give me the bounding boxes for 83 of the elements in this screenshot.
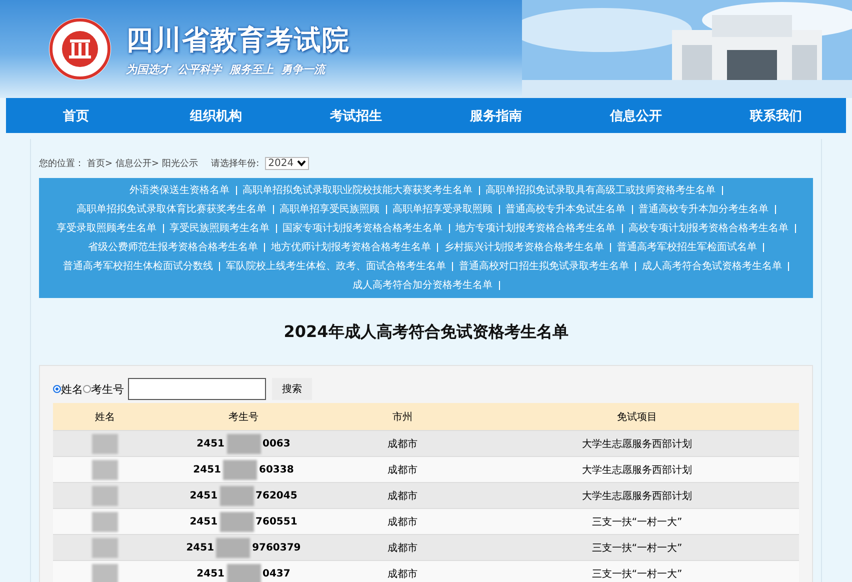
radio-option[interactable]: 姓名 — [53, 382, 83, 396]
breadcrumb-link[interactable]: 信息公开> — [116, 157, 160, 170]
column-header: 免试项目 — [475, 403, 799, 430]
nav-item[interactable]: 服务指南 — [426, 98, 566, 133]
column-header: 市州 — [330, 403, 475, 430]
notice-link[interactable]: 乡村振兴计划报考资格合格考生名单 — [444, 239, 604, 256]
redaction-mark — [92, 512, 118, 532]
year-label: 请选择年份: — [211, 158, 260, 170]
notice-link[interactable]: 高职单招享受录取照顾 — [392, 201, 492, 218]
breadcrumb-label: 您的位置： — [39, 158, 84, 170]
logo-icon — [48, 17, 112, 81]
column-header: 考生号 — [157, 403, 330, 430]
redaction-mark — [223, 460, 258, 480]
table-cell: 成都市 — [330, 534, 475, 560]
nav-item[interactable]: 信息公开 — [566, 98, 706, 133]
notice-link[interactable]: 普通高考军校招生体检面试分数线 — [63, 258, 213, 275]
notice-link[interactable]: 地方专项计划报考资格合格考生名单 — [456, 220, 616, 237]
nav-item[interactable]: 组织机构 — [146, 98, 286, 133]
notice-link[interactable]: 成人高考符合免试资格考生名单 — [642, 258, 782, 275]
notice-link[interactable]: 享受民族照顾考生名单 — [170, 220, 270, 237]
column-header: 姓名 — [53, 403, 157, 430]
notice-link[interactable]: 普通高校专升本免试生名单 — [506, 201, 626, 218]
table-cell: 2451 — [196, 568, 224, 580]
search-field[interactable] — [128, 378, 266, 400]
redaction-mark — [92, 564, 118, 582]
notice-link[interactable]: 普通高校对口招生拟免试录取考生名单 — [459, 258, 629, 275]
page-title: 2024年成人高考符合免试资格考生名单 — [282, 322, 570, 343]
table-cell: 三支一扶“一村一大” — [475, 534, 799, 560]
table-cell: 0063 — [262, 438, 290, 450]
breadcrumb-link[interactable]: 阳光公示 — [162, 157, 198, 170]
caret-icon — [296, 160, 306, 167]
notice-link[interactable]: 享受录取照顾考生名单 — [56, 220, 156, 237]
table-cell: 成都市 — [330, 482, 475, 508]
notice-link[interactable]: 高职单招拟免试录取体育比赛获奖考生名单 — [76, 201, 266, 218]
notice-link[interactable]: 地方优师计划报考资格合格考生名单 — [271, 239, 431, 256]
slogan: 为国选才 公平科学 服务至上 勇争一流 — [126, 62, 328, 76]
redaction-mark — [226, 564, 260, 582]
redaction-mark — [92, 486, 118, 506]
table-cell: 大学生志愿服务西部计划 — [475, 456, 799, 482]
table-cell: 2451 — [193, 464, 222, 476]
notice-link[interactable]: 省级公费师范生报考资格合格考生名单 — [88, 239, 258, 256]
notice-link[interactable]: 普通高校专升本加分考生名单 — [638, 201, 768, 218]
table-cell: 成都市 — [330, 560, 475, 582]
table-cell: 三支一扶“一村一大” — [475, 508, 799, 534]
notice-link[interactable]: 国家专项计划报考资格合格考生名单 — [282, 220, 442, 237]
table-cell: 三支一扶“一村一大” — [475, 560, 799, 582]
year-select[interactable]: 2024 — [265, 157, 309, 170]
breadcrumb-link[interactable]: 首页> — [87, 157, 113, 170]
table-cell: 2451 — [196, 438, 224, 450]
table-cell: 成都市 — [330, 508, 475, 534]
notice-link[interactable]: 高职单招拟免试录取具有高级工或技师资格考生名单 — [486, 182, 716, 199]
redaction-mark — [92, 460, 118, 480]
table-cell: 成都市 — [330, 456, 475, 482]
table-cell: 0437 — [262, 568, 290, 580]
notice-link[interactable]: 成人高考符合加分资格考生名单 — [352, 277, 492, 294]
table-cell: 成都市 — [330, 430, 475, 456]
table-cell: 2451 — [190, 516, 218, 528]
redaction-mark — [92, 434, 118, 454]
table-cell: 2451 — [190, 490, 218, 502]
nav-item[interactable]: 联系我们 — [706, 98, 846, 133]
nav-item[interactable]: 首页 — [6, 98, 146, 133]
table-cell: 60338 — [259, 464, 294, 476]
redaction-mark — [220, 486, 254, 506]
table-cell: 760551 — [256, 516, 298, 528]
notice-link[interactable]: 高职单招享受民族照顾 — [280, 201, 380, 218]
site-title: 四川省教育考试院 — [126, 24, 350, 58]
notice-link[interactable]: 高职单招拟免试录取职业院校技能大赛获奖考生名单 — [242, 182, 472, 199]
table-cell: 762045 — [256, 490, 298, 502]
redaction-mark — [216, 538, 250, 558]
redaction-mark — [92, 538, 118, 558]
search-button[interactable]: 搜索 — [272, 378, 312, 400]
redaction-mark — [226, 434, 260, 454]
table-cell: 大学生志愿服务西部计划 — [475, 482, 799, 508]
table-cell: 9760379 — [252, 542, 301, 554]
table-cell: 大学生志愿服务西部计划 — [475, 430, 799, 456]
notice-link[interactable]: 外语类保送生资格名单 — [130, 182, 230, 199]
table-cell: 2451 — [186, 542, 214, 554]
redaction-mark — [220, 512, 254, 532]
nav-item[interactable]: 考试招生 — [286, 98, 426, 133]
notice-link[interactable]: 高校专项计划报考资格合格考生名单 — [628, 220, 788, 237]
radio-option[interactable]: 考生号 — [83, 382, 124, 396]
notice-link[interactable]: 普通高考军校招生军检面试名单 — [617, 239, 757, 256]
notice-link[interactable]: 军队院校上线考生体检、政考、面试合格考生名单 — [226, 258, 446, 275]
